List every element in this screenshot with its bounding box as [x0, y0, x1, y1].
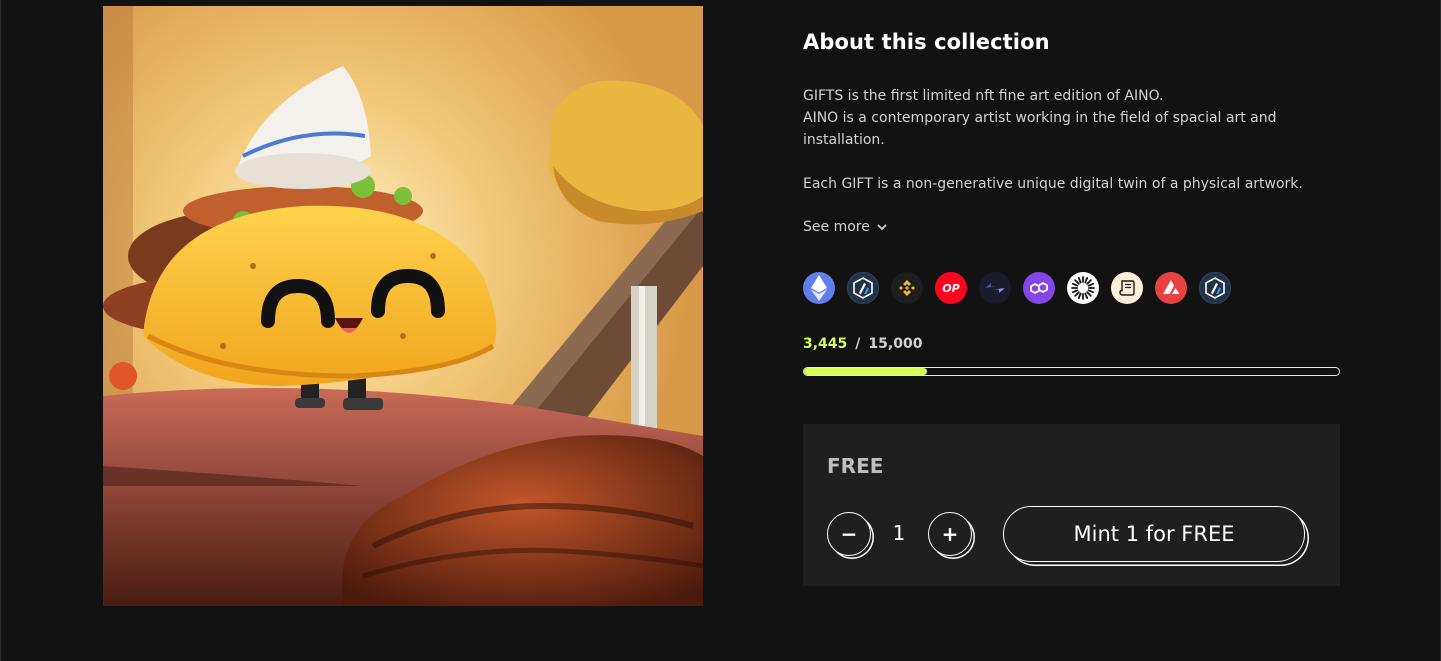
description-line: Each GIFT is a non-generative unique dig… [803, 176, 1303, 192]
zksync-icon[interactable] [979, 272, 1011, 304]
mint-card: FREE − 1 + Mint 1 for FREE [803, 424, 1340, 586]
increment-quantity-button[interactable]: + [928, 512, 972, 556]
chevron-down-icon [877, 224, 887, 230]
minted-count: 3,445 [803, 336, 848, 352]
ethereum-icon[interactable] [803, 272, 835, 304]
scroll-icon[interactable] [1111, 272, 1143, 304]
bnb-chain-icon[interactable] [891, 272, 923, 304]
collection-title: About this collection [803, 30, 1050, 54]
description-line: GIFTS is the first limited nft fine art … [803, 88, 1164, 104]
mint-price: FREE [827, 454, 884, 478]
taco-artwork-image [103, 6, 703, 606]
arbitrum-icon[interactable] [847, 272, 879, 304]
avalanche-icon[interactable] [1155, 272, 1187, 304]
quantity-value: 1 [892, 521, 906, 545]
mint-progress-bar [803, 367, 1340, 376]
see-more-toggle[interactable]: See more [803, 219, 888, 235]
description-gap [803, 151, 1323, 173]
zora-icon[interactable] [1067, 272, 1099, 304]
collection-description: GIFTS is the first limited nft fine art … [803, 85, 1323, 195]
mint-supply-counter: 3,445 / 15,000 [803, 336, 922, 352]
decrement-quantity-button[interactable]: − [827, 512, 871, 556]
mint-button[interactable]: Mint 1 for FREE [1003, 506, 1305, 562]
supply-separator: / [855, 336, 861, 352]
optimism-label: OP [942, 281, 960, 295]
total-supply: 15,000 [868, 336, 923, 352]
arbitrum-nova-icon[interactable] [1199, 272, 1231, 304]
mint-progress-fill [804, 368, 927, 375]
collection-artwork [103, 6, 703, 606]
see-more-label: See more [803, 219, 870, 235]
description-line: AINO is a contemporary artist working in… [803, 110, 1277, 148]
supported-chains: OP [803, 272, 1231, 304]
polygon-icon[interactable] [1023, 272, 1055, 304]
optimism-icon[interactable]: OP [935, 272, 967, 304]
page-frame: About this collection GIFTS is the first… [0, 0, 1441, 661]
